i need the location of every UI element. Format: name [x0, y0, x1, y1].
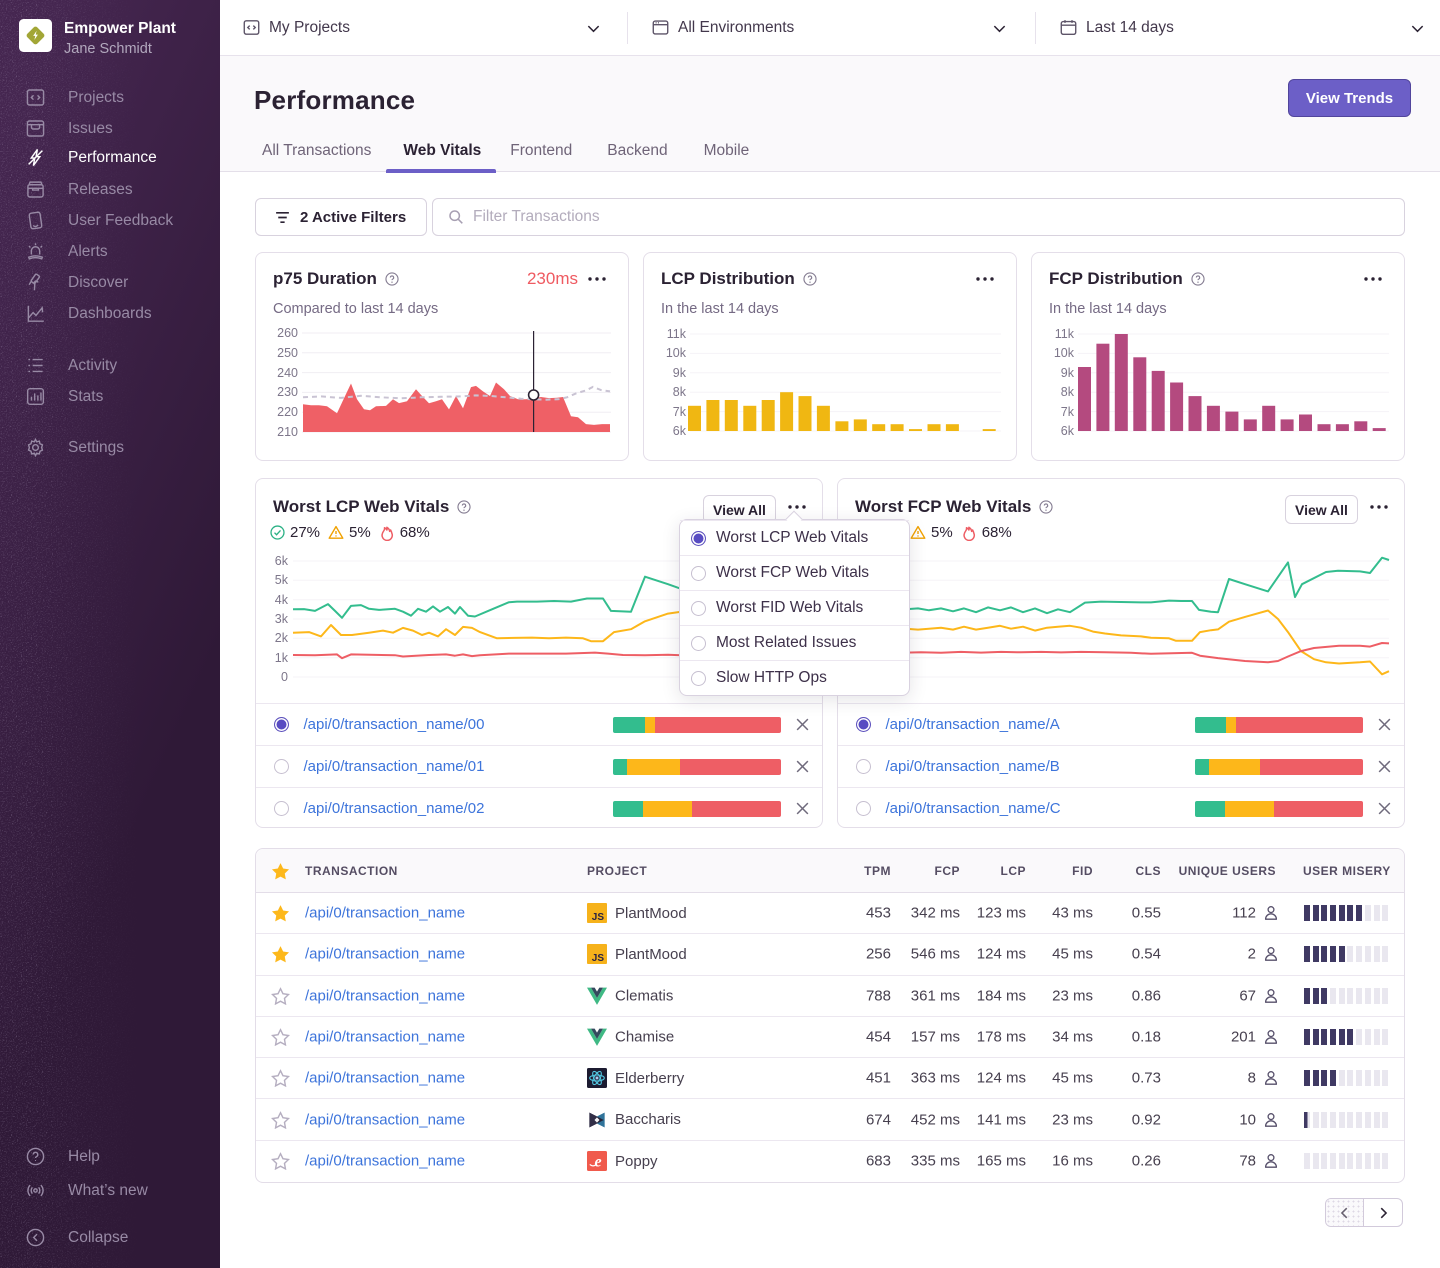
- svg-text:JS: JS: [592, 912, 605, 923]
- svg-text:7k: 7k: [1061, 405, 1075, 419]
- svg-text:260: 260: [277, 326, 298, 340]
- svg-text:6k: 6k: [673, 424, 687, 438]
- svg-text:6k: 6k: [1061, 424, 1075, 438]
- svg-text:7k: 7k: [673, 405, 687, 419]
- svg-text:2k: 2k: [275, 631, 289, 645]
- svg-text:0: 0: [281, 670, 288, 684]
- svg-text:230: 230: [277, 385, 298, 399]
- svg-text:JS: JS: [592, 953, 605, 964]
- svg-text:8k: 8k: [1061, 385, 1075, 399]
- svg-text:9k: 9k: [1061, 366, 1075, 380]
- svg-text:11k: 11k: [1055, 327, 1075, 341]
- svg-text:10k: 10k: [1054, 346, 1075, 360]
- svg-text:220: 220: [277, 405, 298, 419]
- svg-text:11k: 11k: [667, 327, 687, 341]
- svg-text:4k: 4k: [275, 593, 289, 607]
- svg-text:9k: 9k: [673, 366, 687, 380]
- svg-text:250: 250: [277, 346, 298, 360]
- svg-text:240: 240: [277, 366, 298, 380]
- svg-text:e: e: [594, 1154, 601, 1171]
- svg-text:5k: 5k: [275, 573, 289, 587]
- svg-text:3k: 3k: [275, 612, 289, 626]
- svg-text:210: 210: [277, 425, 298, 439]
- svg-text:10k: 10k: [666, 346, 687, 360]
- svg-text:1k: 1k: [275, 651, 289, 665]
- svg-text:8k: 8k: [673, 385, 687, 399]
- svg-text:6k: 6k: [275, 554, 289, 568]
